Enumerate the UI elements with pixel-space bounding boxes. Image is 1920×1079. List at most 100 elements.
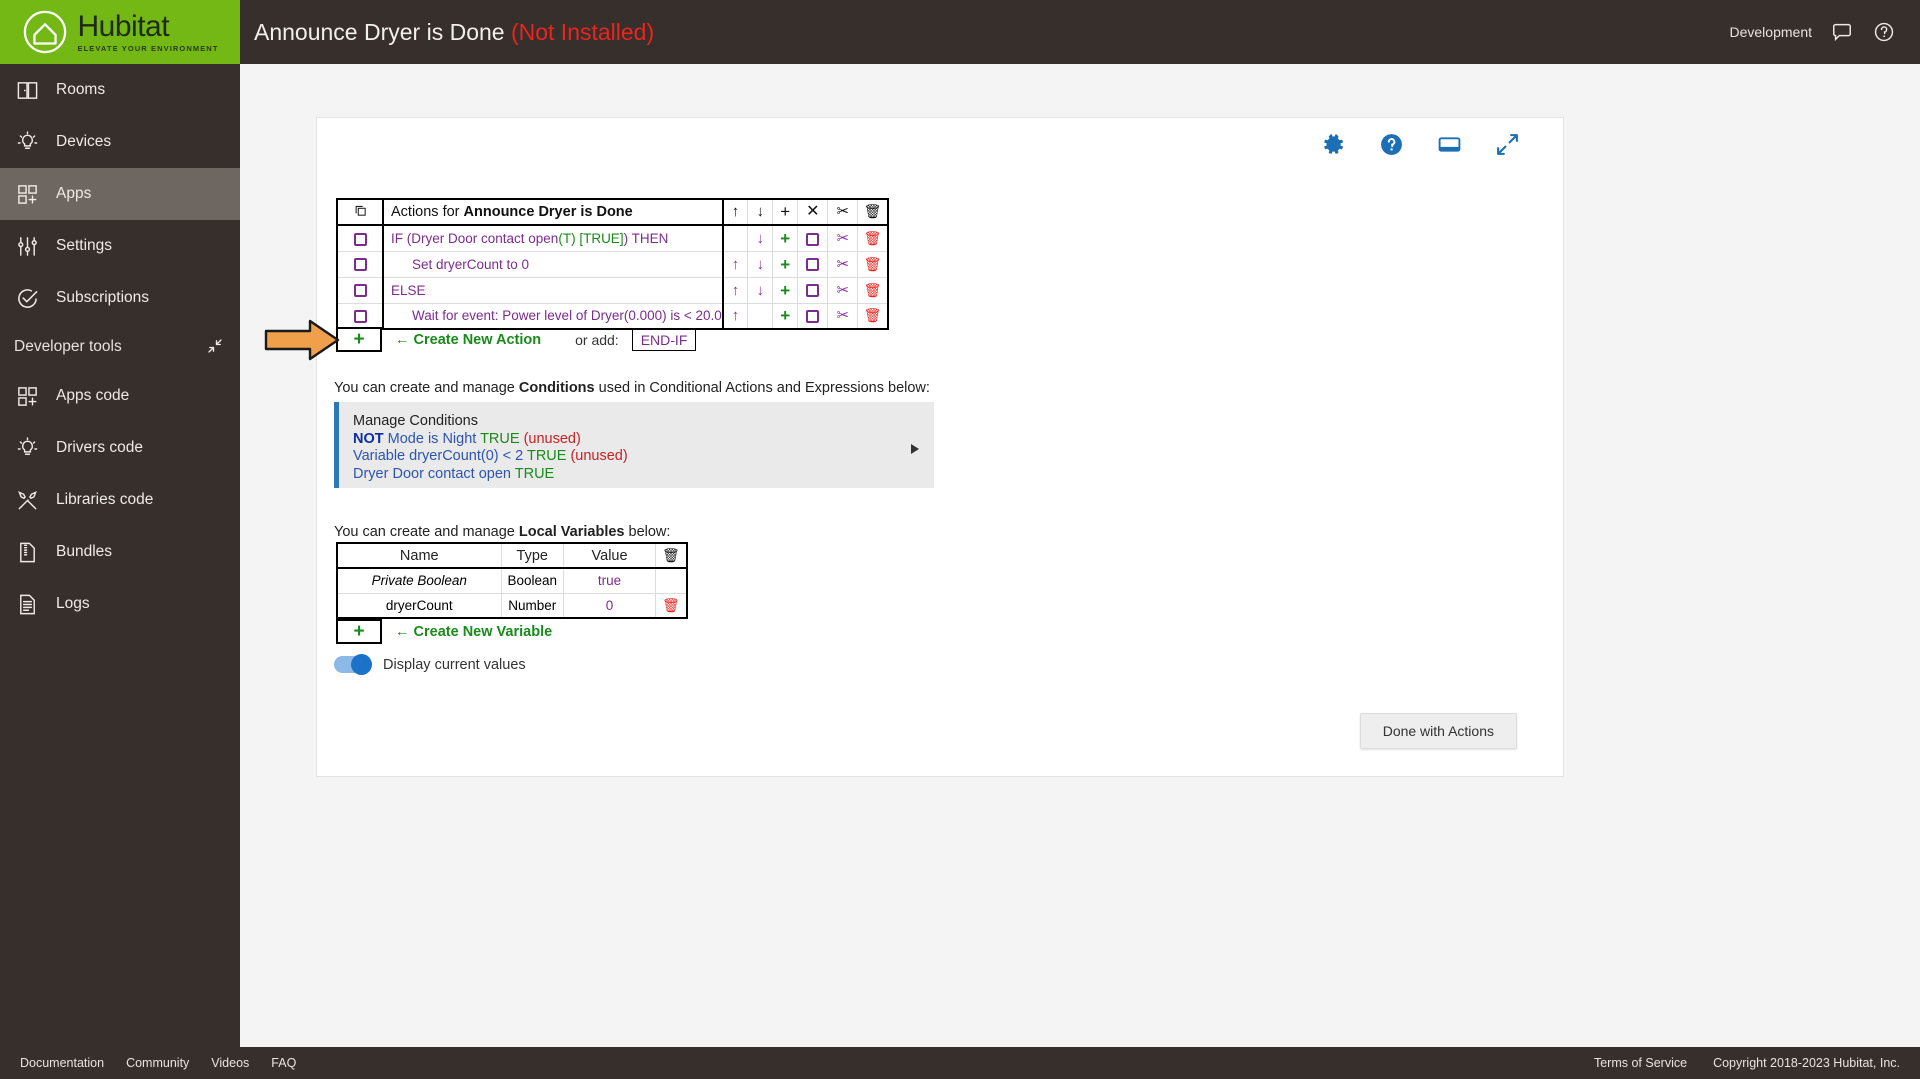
row-description[interactable]: ELSE bbox=[382, 276, 724, 304]
hubitat-logo[interactable]: Hubitat ELEVATE YOUR ENVIRONMENT bbox=[0, 0, 240, 64]
footer-link-faq[interactable]: FAQ bbox=[271, 1056, 296, 1070]
row-add[interactable]: + bbox=[772, 224, 799, 252]
header-select-none[interactable]: ✕ bbox=[797, 198, 829, 226]
sidebar-item-label: Subscriptions bbox=[56, 289, 150, 306]
condition-item[interactable]: Variable dryerCount(0) < 2 TRUE (unused) bbox=[353, 448, 934, 466]
row-cut[interactable]: ✂ bbox=[827, 250, 859, 278]
row-move-down[interactable]: ↓ bbox=[747, 250, 774, 278]
app-config-card: Actions for Announce Dryer is Done ↑ ↓ +… bbox=[264, 117, 1564, 777]
header-move-down[interactable]: ↓ bbox=[747, 198, 774, 226]
row-checkbox[interactable] bbox=[353, 284, 367, 298]
footer-copyright: Copyright 2018-2023 Hubitat, Inc. bbox=[1713, 1056, 1900, 1070]
sidebar-item-rooms[interactable]: Rooms bbox=[0, 64, 240, 116]
monitor-icon[interactable] bbox=[1437, 132, 1463, 158]
row-move-up[interactable]: ↑ bbox=[722, 276, 749, 304]
document-lines-icon bbox=[14, 591, 40, 617]
row-add[interactable]: + bbox=[772, 276, 799, 304]
row-cut[interactable]: ✂ bbox=[827, 224, 859, 252]
manage-conditions-panel[interactable]: Manage Conditions NOT Mode is Night TRUE… bbox=[334, 402, 934, 488]
help-circle-icon[interactable] bbox=[1872, 20, 1896, 44]
copy-icon-cell[interactable] bbox=[336, 198, 384, 226]
row-delete[interactable]: 🗑 bbox=[857, 302, 889, 330]
footer-link-documentation[interactable]: Documentation bbox=[20, 1056, 104, 1070]
row-seg: ELSE bbox=[391, 282, 426, 298]
collapse-icon[interactable] bbox=[206, 337, 226, 357]
row-select[interactable] bbox=[797, 276, 829, 304]
sidebar-item-devices[interactable]: Devices bbox=[0, 116, 240, 168]
row-checkbox-cell[interactable] bbox=[336, 250, 384, 278]
device-bulb-icon bbox=[14, 435, 40, 461]
row-description[interactable]: IF (Dryer Door contact open(T) [TRUE]) T… bbox=[382, 224, 724, 252]
row-description[interactable]: Wait for event: Power level of Dryer(0.0… bbox=[382, 302, 724, 330]
row-cut[interactable]: ✂ bbox=[827, 302, 859, 330]
actions-title-cell: Actions for Announce Dryer is Done bbox=[382, 198, 724, 226]
row-add[interactable]: + bbox=[772, 302, 799, 330]
top-bar: Hubitat ELEVATE YOUR ENVIRONMENT Announc… bbox=[0, 0, 1920, 64]
header-cut[interactable]: ✂ bbox=[827, 198, 859, 226]
row-checkbox-cell[interactable] bbox=[336, 276, 384, 304]
sidebar-item-settings[interactable]: Settings bbox=[0, 220, 240, 272]
footer-link-terms[interactable]: Terms of Service bbox=[1594, 1056, 1687, 1070]
actions-table-body: Actions for Announce Dryer is Done ↑ ↓ +… bbox=[336, 198, 889, 330]
footer-link-community[interactable]: Community bbox=[126, 1056, 189, 1070]
row-select[interactable] bbox=[797, 224, 829, 252]
page-title-text: Announce Dryer is Done bbox=[254, 18, 505, 45]
create-new-variable-link[interactable]: ← Create New Variable bbox=[395, 624, 552, 640]
row-checkbox-cell[interactable] bbox=[336, 302, 384, 330]
footer-legal: Terms of Service Copyright 2018-2023 Hub… bbox=[1594, 1056, 1900, 1070]
sidebar-item-apps-code[interactable]: Apps code bbox=[0, 370, 240, 422]
footer-link-videos[interactable]: Videos bbox=[211, 1056, 249, 1070]
row-add[interactable]: + bbox=[772, 250, 799, 278]
caret-right-icon[interactable] bbox=[910, 443, 920, 461]
create-new-action-link[interactable]: ← Create New Action bbox=[395, 332, 541, 348]
sidebar-item-apps[interactable]: Apps bbox=[0, 168, 240, 220]
sidebar-item-libraries-code[interactable]: Libraries code bbox=[0, 474, 240, 526]
gear-icon[interactable] bbox=[1321, 132, 1347, 158]
row-move-up[interactable]: ↑ bbox=[722, 302, 749, 330]
condition-seg: NOT bbox=[353, 430, 388, 447]
sidebar-item-subscriptions[interactable]: Subscriptions bbox=[0, 272, 240, 324]
row-checkbox[interactable] bbox=[353, 258, 367, 272]
manage-conditions-title: Manage Conditions bbox=[353, 413, 478, 429]
row-move-up[interactable]: ↑ bbox=[722, 250, 749, 278]
expand-icon[interactable] bbox=[1495, 132, 1521, 158]
row-select[interactable] bbox=[797, 302, 829, 330]
orange-arrow-pointer bbox=[264, 319, 340, 361]
sidebar-item-label: Apps code bbox=[56, 387, 130, 404]
sidebar-item-bundles[interactable]: Bundles bbox=[0, 526, 240, 578]
variable-delete-button[interactable]: 🗑 bbox=[655, 592, 688, 619]
row-delete[interactable]: 🗑 bbox=[857, 250, 889, 278]
row-description[interactable]: Set dryerCount to 0 bbox=[382, 250, 724, 278]
row-move-down[interactable]: ↓ bbox=[747, 276, 774, 304]
display-current-values-toggle[interactable] bbox=[334, 654, 372, 675]
header-move-up[interactable]: ↑ bbox=[722, 198, 749, 226]
variables-intro: You can create and manage Local Variable… bbox=[334, 524, 670, 540]
help-circle-icon[interactable] bbox=[1379, 132, 1405, 158]
header-add[interactable]: + bbox=[772, 198, 799, 226]
logo-wordmark: Hubitat ELEVATE YOUR ENVIRONMENT bbox=[77, 9, 219, 53]
variable-value[interactable]: 0 bbox=[563, 592, 657, 619]
create-action-plus-button[interactable]: + bbox=[336, 327, 382, 352]
check-circle-icon bbox=[14, 285, 40, 311]
add-end-if-button[interactable]: END-IF bbox=[631, 328, 697, 351]
logo-word: Hubitat bbox=[77, 9, 170, 43]
row-select[interactable] bbox=[797, 250, 829, 278]
row-delete[interactable]: 🗑 bbox=[857, 224, 889, 252]
condition-item[interactable]: NOT Mode is Night TRUE (unused) bbox=[353, 431, 934, 449]
row-cut[interactable]: ✂ bbox=[827, 276, 859, 304]
create-variable-plus-button[interactable]: + bbox=[336, 619, 382, 644]
row-checkbox[interactable] bbox=[353, 232, 367, 246]
row-delete[interactable]: 🗑 bbox=[857, 276, 889, 304]
condition-item[interactable]: Dryer Door contact open TRUE bbox=[353, 466, 934, 484]
done-with-actions-button[interactable]: Done with Actions bbox=[1359, 713, 1517, 749]
row-move-down[interactable]: ↓ bbox=[747, 224, 774, 252]
sidebar-item-logs[interactable]: Logs bbox=[0, 578, 240, 630]
chat-bubble-icon[interactable] bbox=[1830, 20, 1854, 44]
conditions-intro-prefix: You can create and manage bbox=[334, 380, 519, 396]
row-checkbox[interactable] bbox=[353, 310, 367, 324]
sidebar-item-drivers-code[interactable]: Drivers code bbox=[0, 422, 240, 474]
row-checkbox-cell[interactable] bbox=[336, 224, 384, 252]
variable-value[interactable]: true bbox=[563, 567, 657, 594]
header-delete[interactable]: 🗑 bbox=[857, 198, 889, 226]
variables-col-delete[interactable]: 🗑 bbox=[655, 542, 688, 569]
